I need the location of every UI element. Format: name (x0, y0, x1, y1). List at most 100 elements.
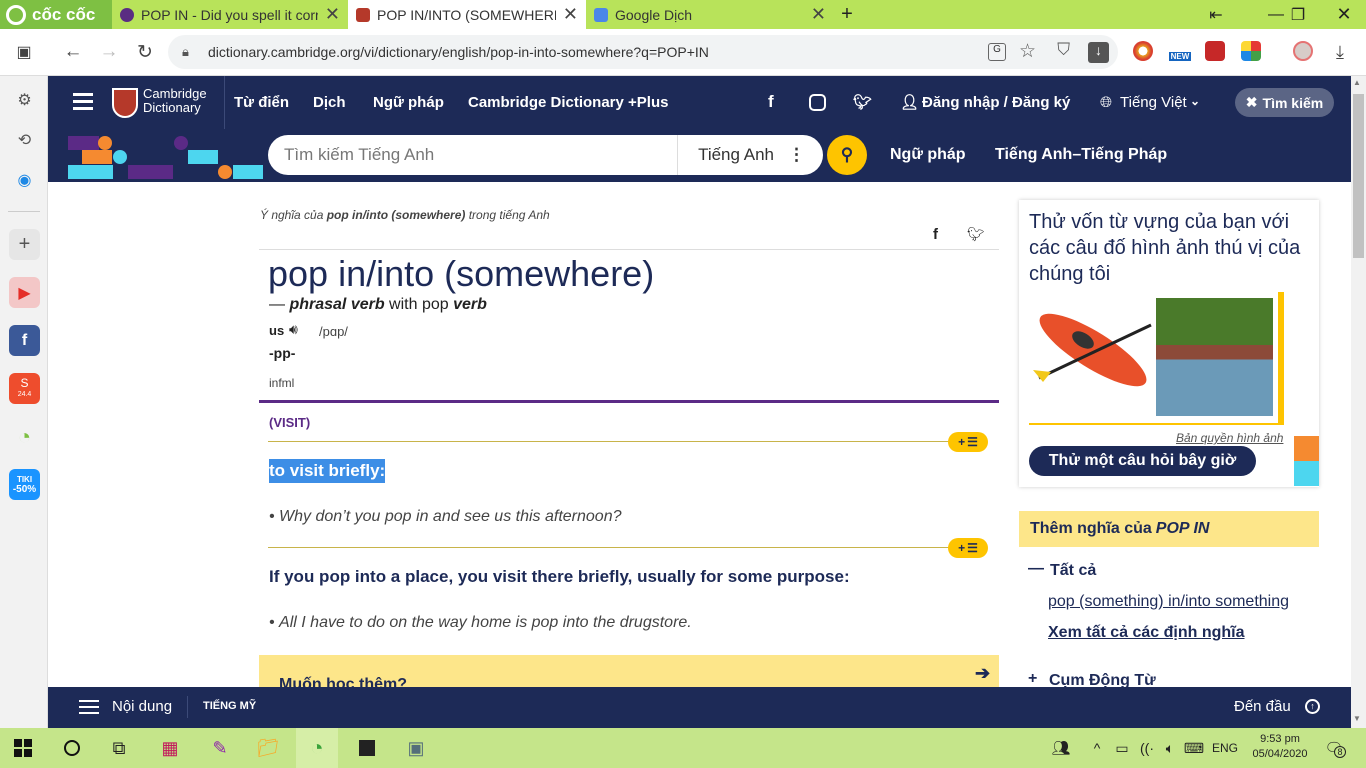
close-window-button[interactable]: ✕ (1322, 0, 1366, 29)
keyboard-icon[interactable]: ⌨ (1183, 734, 1205, 762)
nav-grammar[interactable]: Ngữ pháp (373, 94, 444, 111)
back-button[interactable]: ← (58, 37, 88, 67)
add-app-icon[interactable]: + (9, 229, 40, 260)
people-icon[interactable]: 👥︎ (1047, 734, 1075, 762)
color-ext-icon[interactable] (1241, 41, 1261, 61)
site-logo[interactable]: Cambridge Dictionary (143, 87, 207, 115)
wifi-icon[interactable]: ((· (1136, 734, 1158, 762)
clock[interactable]: 9:53 pm 05/04/2020 (1250, 732, 1310, 762)
tiki-icon[interactable]: TIKI -50% (9, 469, 40, 500)
tab-google-dich[interactable]: Google Dịch ✕ (586, 0, 834, 29)
scrollbar-thumb[interactable] (1353, 94, 1364, 258)
chevron-up-icon[interactable]: ^ (1087, 734, 1107, 762)
downloads-icon[interactable]: ⤓ (1325, 37, 1355, 67)
app-paint-icon[interactable]: ✎ (203, 734, 237, 762)
file-explorer-icon[interactable]: 📁︎ (251, 734, 285, 762)
address-bar[interactable]: 🔒︎ dictionary.cambridge.org/vi/dictionar… (168, 35, 1118, 69)
dictionary-select[interactable]: Tiếng Anh (678, 145, 788, 165)
speaker-icon[interactable]: 🔊︎ (289, 321, 298, 338)
add-to-list-button[interactable]: + ☰ (948, 538, 988, 558)
new-tab-button[interactable]: + (834, 0, 860, 29)
app-calendar-icon[interactable]: ▦ (153, 734, 187, 762)
coccoc-taskbar-icon[interactable]: ◔ (296, 728, 338, 768)
new-ext-icon[interactable]: NEW (1167, 41, 1193, 61)
shopee-icon[interactable]: S 24.4 (9, 373, 40, 404)
grammar-link[interactable]: Ngữ pháp (890, 146, 966, 164)
hamburger-menu-icon[interactable] (73, 93, 93, 96)
restore-button[interactable]: ❐ (1276, 0, 1320, 29)
sticky-notes-icon[interactable] (350, 734, 384, 762)
image-credit-link[interactable]: Bản quyền hình ảnh (1176, 431, 1283, 445)
bookmark-star-icon[interactable]: ☆ (1019, 40, 1036, 63)
history-icon[interactable]: ⟲ (9, 124, 40, 155)
search-taskbar-icon[interactable] (55, 734, 89, 762)
coccoc-app-icon[interactable]: ◔ (9, 421, 40, 452)
us-label[interactable]: TIẾNG MỸ (203, 700, 256, 712)
translate-icon[interactable]: G (988, 43, 1006, 61)
more-options-icon[interactable]: ⋮ (788, 145, 823, 165)
quiz-button[interactable]: Thử một câu hỏi bây giờ (1029, 446, 1256, 476)
back-to-top-link[interactable]: Đến đầu (1234, 698, 1291, 715)
contents-menu-icon[interactable] (79, 700, 99, 702)
close-tab-icon[interactable]: ✕ (325, 4, 340, 25)
reload-button[interactable]: ↻ (130, 37, 160, 67)
tab-pop-in-into[interactable]: POP IN/INTO (SOMEWHERE) ✕ (348, 0, 586, 29)
close-tab-icon[interactable]: ✕ (811, 4, 826, 25)
barge-image[interactable] (1156, 298, 1273, 416)
divider (259, 249, 999, 250)
app-photos-icon[interactable]: ▣ (399, 734, 433, 762)
youtube-icon[interactable]: ▶ (9, 277, 40, 308)
nav-translate[interactable]: Dịch (313, 94, 346, 111)
share-facebook-icon[interactable]: f (933, 226, 938, 243)
cambridge-shield-icon[interactable] (112, 88, 138, 118)
settings-gear-icon[interactable]: ⚙ (9, 84, 40, 115)
see-all-link[interactable]: Xem tất cả các định nghĩa (1048, 624, 1245, 642)
battery-icon[interactable]: ▭ (1111, 734, 1133, 762)
expand-icon[interactable]: + (1028, 670, 1037, 688)
language-indicator[interactable]: ENG (1212, 741, 1238, 755)
tab-menu-icon[interactable]: ⇤ (1194, 0, 1238, 29)
scroll-down-icon[interactable]: ▼ (1353, 714, 1361, 723)
kayak-image[interactable] (1033, 300, 1153, 410)
contents-button[interactable]: Nội dung (112, 698, 172, 715)
chevron-down-icon[interactable]: ⌄ (1190, 94, 1200, 108)
download-page-icon[interactable]: ↓ (1088, 42, 1109, 63)
en-fr-link[interactable]: Tiếng Anh–Tiếng Pháp (995, 146, 1167, 164)
login-link[interactable]: Đăng nhập / Đăng ký (922, 94, 1070, 111)
browser-logo[interactable]: cốc cốc (0, 0, 112, 29)
register-label: infml (269, 376, 295, 390)
share-twitter-icon[interactable]: 🐦︎ (967, 226, 985, 243)
all-meanings-label[interactable]: Tất cả (1050, 562, 1096, 580)
task-view-icon[interactable]: ⧉ (102, 734, 136, 762)
sidebar-toggle-icon[interactable]: ▣ (9, 37, 39, 67)
decor-dot (98, 136, 112, 150)
search-button[interactable]: ⚲ (827, 135, 867, 175)
facebook-icon[interactable]: f (9, 325, 40, 356)
twitter-icon[interactable]: 🐦︎ (853, 93, 872, 111)
chrome-ext-icon[interactable] (1133, 41, 1153, 61)
start-button[interactable] (6, 734, 40, 762)
shield-icon[interactable]: ⛉ (1057, 40, 1070, 60)
example-1: • Why don’t you pop in and see us this a… (269, 508, 622, 525)
language-select[interactable]: Tiếng Việt (1120, 94, 1187, 111)
instagram-icon[interactable] (809, 94, 826, 111)
volume-icon[interactable]: 🔈︎ (1159, 734, 1181, 762)
collapse-icon[interactable]: — (1028, 560, 1044, 578)
search-toggle-button[interactable]: ✖ Tìm kiếm (1235, 88, 1334, 117)
arrow-up-icon[interactable]: ↑ (1305, 699, 1320, 714)
notifications-icon[interactable]: 🗨︎8 (1320, 734, 1348, 762)
arrow-right-icon[interactable]: ➔ (975, 663, 990, 684)
close-tab-icon[interactable]: ✕ (563, 4, 578, 25)
facebook-icon[interactable]: f (768, 92, 774, 112)
scroll-up-icon[interactable]: ▲ (1353, 78, 1361, 87)
search-input[interactable]: Tìm kiếm Tiếng Anh (284, 145, 677, 165)
nav-dictionary[interactable]: Từ điển (234, 94, 289, 111)
messenger-icon[interactable]: ◉ (9, 164, 40, 195)
forward-button[interactable]: → (94, 37, 124, 67)
profile-avatar[interactable] (1293, 41, 1313, 61)
add-to-list-button[interactable]: + ☰ (948, 432, 988, 452)
red-ext-icon[interactable] (1205, 41, 1225, 61)
nav-plus[interactable]: Cambridge Dictionary +Plus (468, 94, 668, 111)
tab-pop-in-spell[interactable]: POP IN - Did you spell it corre ✕ (112, 0, 348, 29)
meaning-link[interactable]: pop (something) in/into something (1048, 593, 1289, 611)
